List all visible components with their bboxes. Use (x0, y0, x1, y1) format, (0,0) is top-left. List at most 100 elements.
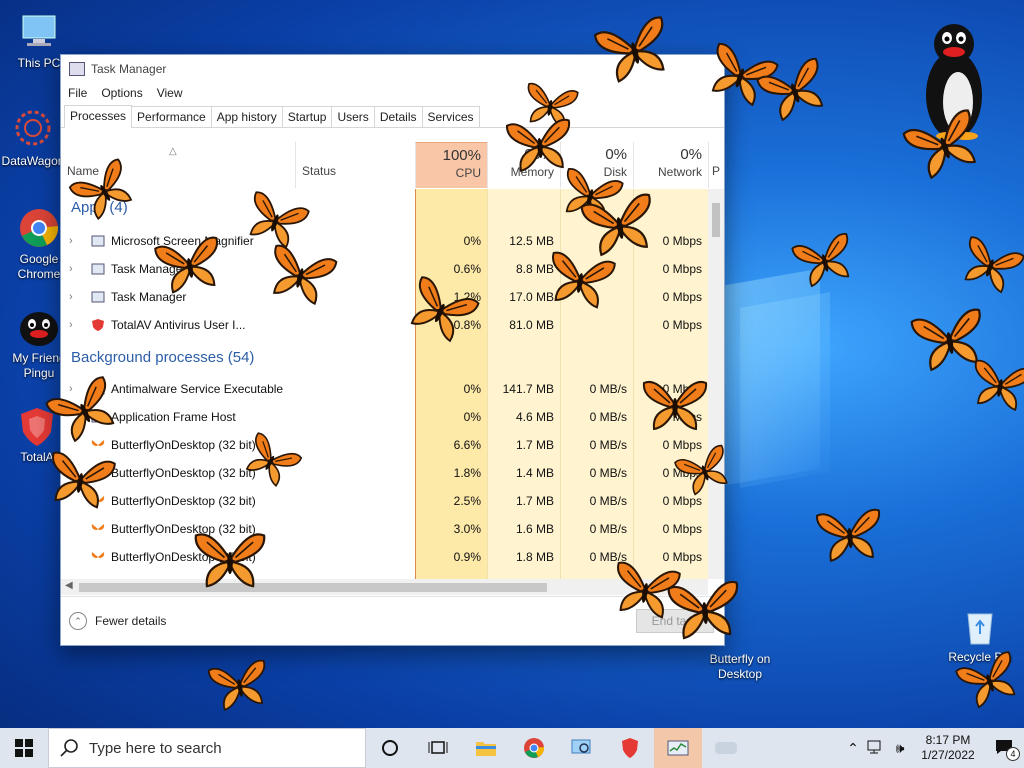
table-row[interactable]: Application Frame Host0%4.6 MB0 MB/s0 Mb… (61, 403, 708, 431)
butterfly-icon (964, 353, 1024, 422)
wallpaper-light-pane (740, 292, 830, 488)
network-value: 0 Mbps (662, 290, 702, 304)
disk-value: 0 MB/s (589, 466, 627, 480)
butterfly-icon (664, 574, 747, 652)
column-power[interactable]: P (708, 142, 724, 188)
task-manager-icon (667, 740, 689, 756)
tab-app-history[interactable]: App history (210, 106, 283, 127)
chevron-up-icon[interactable]: ⌃ (69, 612, 87, 630)
taskbar-task-manager[interactable] (654, 728, 702, 768)
cpu-value: 0.9% (453, 550, 481, 564)
cpu-value: 0% (463, 234, 481, 248)
tab-services[interactable]: Services (421, 106, 480, 127)
search-box[interactable]: Type here to search (48, 728, 366, 768)
cortana-icon (382, 740, 398, 756)
memory-value: 1.4 MB (515, 466, 554, 480)
task-manager-icon (69, 62, 85, 76)
menu-file[interactable]: File (61, 86, 94, 100)
column-status-label: Status (302, 164, 337, 178)
process-name: ButterflyOnDesktop (32 bit) (111, 438, 256, 452)
chrome-icon (524, 738, 545, 758)
chevron-right-icon[interactable]: › (69, 319, 73, 331)
network-value: 0 Mbps (662, 262, 702, 276)
task-view-icon (428, 741, 448, 754)
magnifier-icon (571, 739, 591, 754)
fewer-details-link[interactable]: Fewer details (95, 614, 166, 628)
taskbar-file-explorer[interactable] (462, 728, 510, 768)
butterfly-icon (204, 653, 276, 722)
butterfly-icon (812, 502, 887, 573)
cpu-value: 0% (463, 410, 481, 424)
search-icon (60, 739, 78, 757)
show-hidden-icons-icon[interactable]: ⌃ (842, 740, 864, 757)
tab-performance[interactable]: Performance (131, 106, 212, 127)
column-power-label: P (712, 164, 721, 178)
totalav-icon (622, 738, 638, 758)
network-icon[interactable] (864, 739, 888, 758)
butterfly-icon (40, 444, 120, 520)
vertical-scrollbar[interactable] (708, 189, 724, 579)
memory-value: 1.6 MB (515, 522, 554, 536)
shield-icon (91, 318, 105, 332)
taskbar-totalav[interactable] (606, 728, 654, 768)
app-icon (91, 234, 105, 248)
taskbar-magnifier[interactable] (558, 728, 606, 768)
column-status[interactable]: Status (295, 142, 415, 188)
scroll-thumb[interactable] (79, 583, 547, 592)
taskbar-app[interactable] (702, 728, 750, 768)
process-name: Antimalware Service Executable (111, 382, 284, 396)
disk-value: 0 MB/s (589, 494, 627, 508)
disk-value: 0 MB/s (589, 438, 627, 452)
background-group-header[interactable]: Background processes (54) (71, 349, 254, 366)
table-row[interactable]: ButterflyOnDesktop (32 bit) 0.9% 1.8 MB 0 M… (61, 543, 708, 571)
clock[interactable]: 8:17 PM 1/27/2022 (912, 733, 984, 763)
memory-value: 8.8 MB (515, 262, 554, 276)
menu-view[interactable]: View (150, 86, 190, 100)
memory-value: 1.7 MB (515, 494, 554, 508)
cpu-value: 1.8% (453, 466, 481, 480)
table-row[interactable]: › Antimalware Service Executable 0% 141.7 M… (61, 375, 708, 403)
column-cpu[interactable]: 100% CPU (415, 142, 487, 188)
table-row[interactable]: ButterflyOnDesktop (32 bit) 6.6% 1.7 MB 0 M… (61, 431, 708, 459)
app-icon (91, 262, 105, 276)
table-row[interactable]: › TotalAV Antivirus User I... 0.8% 81.0 MB 0… (61, 311, 708, 339)
memory-value: 81.0 MB (509, 318, 554, 332)
column-network[interactable]: 0% Network (633, 142, 708, 188)
cortana-button[interactable] (366, 728, 414, 768)
volume-icon[interactable]: 🕪 (888, 740, 912, 757)
chevron-right-icon[interactable]: › (69, 263, 73, 275)
table-row[interactable]: ButterflyOnDesktop (32 bit) 1.8% 1.4 MB 0 M… (61, 459, 708, 487)
tab-users[interactable]: Users (331, 106, 375, 127)
clock-date: 1/27/2022 (921, 748, 975, 762)
disk-value: 0 MB/s (589, 410, 627, 424)
butterfly-icon (950, 229, 1024, 306)
action-center-button[interactable]: 4 (984, 739, 1024, 761)
scroll-thumb[interactable] (712, 203, 720, 237)
table-row[interactable]: ButterflyOnDesktop (32 bit) 3.0% 1.6 MB 0 M… (61, 515, 708, 543)
butterfly-icon (91, 550, 105, 564)
chevron-right-icon[interactable]: › (69, 235, 73, 247)
table-row[interactable]: ButterflyOnDesktop (32 bit) 2.5% 1.7 MB 0 M… (61, 487, 708, 515)
task-view-button[interactable] (414, 728, 462, 768)
recycle-bin-icon (958, 604, 1002, 648)
taskbar-chrome[interactable] (510, 728, 558, 768)
tab-processes[interactable]: Processes (64, 105, 133, 128)
app-icon (715, 742, 737, 754)
app-icon (91, 290, 105, 304)
start-button[interactable] (0, 728, 48, 768)
chrome-icon (17, 206, 61, 250)
scroll-left-icon[interactable]: ◀ (65, 580, 73, 591)
chevron-right-icon[interactable]: › (69, 291, 73, 303)
tab-startup[interactable]: Startup (281, 106, 333, 127)
butterfly-icon (787, 226, 863, 299)
notification-badge: 4 (1006, 746, 1020, 761)
clock-time: 8:17 PM (925, 733, 971, 747)
memory-value: 141.7 MB (502, 382, 554, 396)
process-name: Application Frame Host (111, 410, 236, 424)
menu-options[interactable]: Options (94, 86, 149, 100)
memory-value: 12.5 MB (509, 234, 554, 248)
butterfly-icon (192, 527, 269, 599)
tab-details[interactable]: Details (373, 106, 423, 127)
cpu-value: 3.0% (453, 522, 481, 536)
cpu-value: 2.5% (453, 494, 481, 508)
